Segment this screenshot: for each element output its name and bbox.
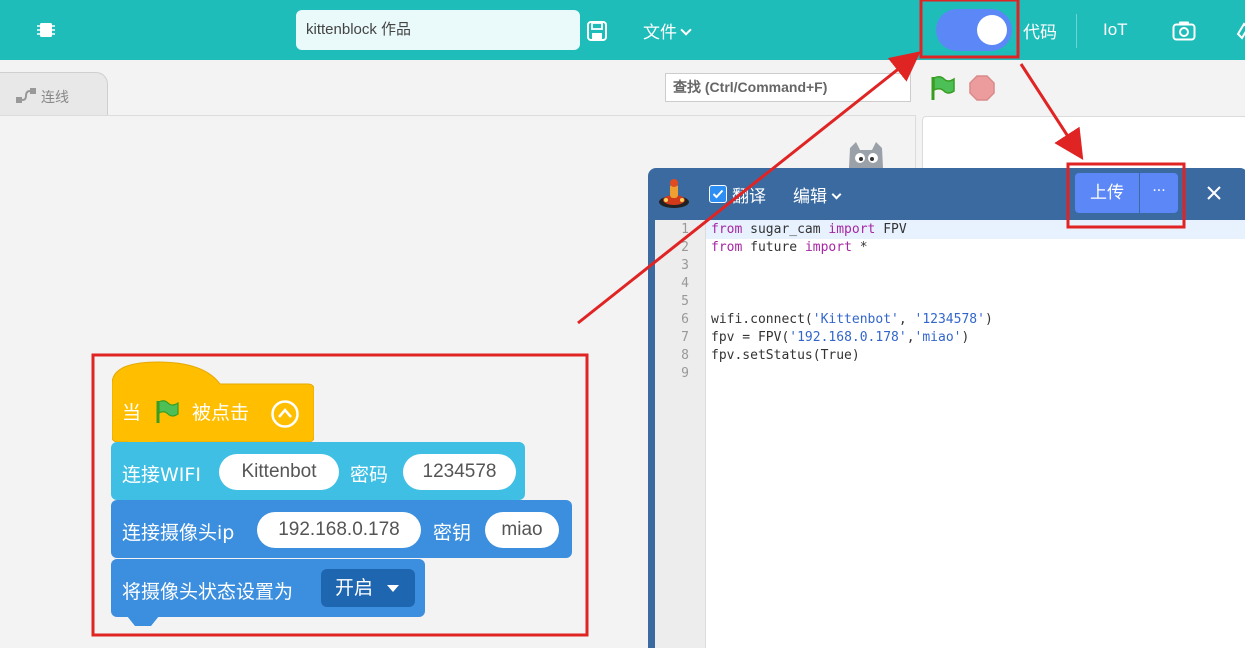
tab-wire-label: 连线 bbox=[41, 90, 69, 106]
toggle-knob bbox=[977, 15, 1007, 45]
edit-menu-label: 编辑 bbox=[793, 187, 827, 207]
more-options-button[interactable]: ··· bbox=[1140, 173, 1178, 213]
wifi-password-field[interactable]: 1234578 bbox=[403, 454, 516, 490]
wifi-ssid-field[interactable]: Kittenbot bbox=[219, 454, 339, 490]
code-panel-header: 翻译 编辑 上传 ··· bbox=[648, 168, 1245, 220]
check-icon bbox=[712, 189, 724, 199]
connect-wifi-block[interactable]: 连接WIFI Kittenbot 密码 1234578 bbox=[111, 442, 525, 500]
line-number: 2 bbox=[681, 240, 689, 255]
clicked-label: 被点击 bbox=[192, 402, 250, 424]
wire-icon bbox=[16, 88, 36, 103]
line-number: 1 bbox=[681, 222, 689, 237]
robot-mascot-icon bbox=[659, 179, 689, 208]
line-number: 5 bbox=[681, 294, 689, 309]
divider bbox=[1076, 14, 1077, 48]
wifi-label: 连接WIFI bbox=[122, 464, 201, 486]
code-label: 代码 bbox=[1023, 23, 1057, 43]
edit-menu[interactable]: 编辑 bbox=[793, 182, 842, 207]
code-line: fpv = FPV('192.168.0.178','miao') bbox=[711, 330, 970, 345]
file-menu[interactable]: 文件 bbox=[643, 18, 692, 43]
close-icon[interactable] bbox=[1204, 183, 1224, 203]
project-name-input[interactable]: kittenblock 作品 bbox=[296, 10, 580, 50]
camera-status-label: 将摄像头状态设置为 bbox=[122, 581, 294, 603]
code-line: fpv.setStatus(True) bbox=[711, 348, 860, 363]
camera-key-label: 密钥 bbox=[433, 522, 472, 544]
code-panel: 翻译 编辑 上传 ··· 1 2 3 4 5 6 7 8 9 from suga… bbox=[648, 168, 1245, 648]
code-line: wifi.connect('Kittenbot', '1234578') bbox=[711, 312, 993, 327]
code-mode-toggle[interactable] bbox=[936, 9, 1012, 51]
green-flag-icon bbox=[156, 400, 179, 423]
top-bar: kittenblock 作品 文件 代码 IoT bbox=[0, 0, 1245, 60]
tab-wire[interactable]: 连线 bbox=[0, 72, 108, 116]
line-number: 8 bbox=[681, 348, 689, 363]
connect-camera-block[interactable]: 连接摄像头ip 192.168.0.178 密钥 miao bbox=[111, 500, 572, 558]
line-number: 7 bbox=[681, 330, 689, 345]
code-line: from future import * bbox=[711, 240, 868, 255]
line-number: 6 bbox=[681, 312, 689, 327]
camera-icon[interactable] bbox=[1172, 20, 1196, 42]
camera-key-field[interactable]: miao bbox=[485, 512, 559, 548]
code-editor[interactable]: 1 2 3 4 5 6 7 8 9 from sugar_cam import … bbox=[648, 220, 1245, 648]
dropdown-arrow-icon bbox=[387, 585, 399, 592]
collapse-icon[interactable] bbox=[270, 399, 300, 429]
line-number-gutter: 1 2 3 4 5 6 7 8 9 bbox=[655, 220, 706, 648]
search-input[interactable]: 查找 (Ctrl/Command+F) bbox=[665, 73, 911, 102]
translate-checkbox[interactable] bbox=[709, 185, 727, 203]
camera-ip-label: 连接摄像头ip bbox=[122, 522, 235, 544]
set-camera-status-block[interactable]: 将摄像头状态设置为 开启 bbox=[111, 559, 425, 617]
file-menu-label: 文件 bbox=[643, 23, 677, 43]
green-flag-button[interactable] bbox=[928, 74, 956, 102]
chip-icon[interactable] bbox=[36, 20, 56, 40]
code-line: from sugar_cam import FPV bbox=[711, 222, 907, 237]
block-notch bbox=[127, 616, 159, 626]
chevron-down-icon bbox=[831, 189, 842, 200]
wifi-password-label: 密码 bbox=[350, 464, 389, 486]
editor-border bbox=[648, 220, 655, 648]
camera-status-value: 开启 bbox=[335, 577, 374, 599]
save-icon[interactable] bbox=[586, 20, 608, 42]
line-number: 9 bbox=[681, 366, 689, 381]
when-label: 当 bbox=[122, 402, 142, 424]
tool-icon[interactable] bbox=[1236, 20, 1245, 40]
line-number: 3 bbox=[681, 258, 689, 273]
line-number: 4 bbox=[681, 276, 689, 291]
upload-button[interactable]: 上传 bbox=[1075, 173, 1139, 213]
chevron-down-icon bbox=[680, 24, 692, 36]
camera-status-dropdown[interactable]: 开启 bbox=[321, 569, 415, 607]
translate-label: 翻译 bbox=[732, 187, 766, 207]
iot-button[interactable]: IoT bbox=[1103, 20, 1128, 40]
stop-button[interactable] bbox=[968, 74, 996, 102]
stage-panel bbox=[922, 116, 1245, 176]
camera-ip-field[interactable]: 192.168.0.178 bbox=[257, 512, 421, 548]
